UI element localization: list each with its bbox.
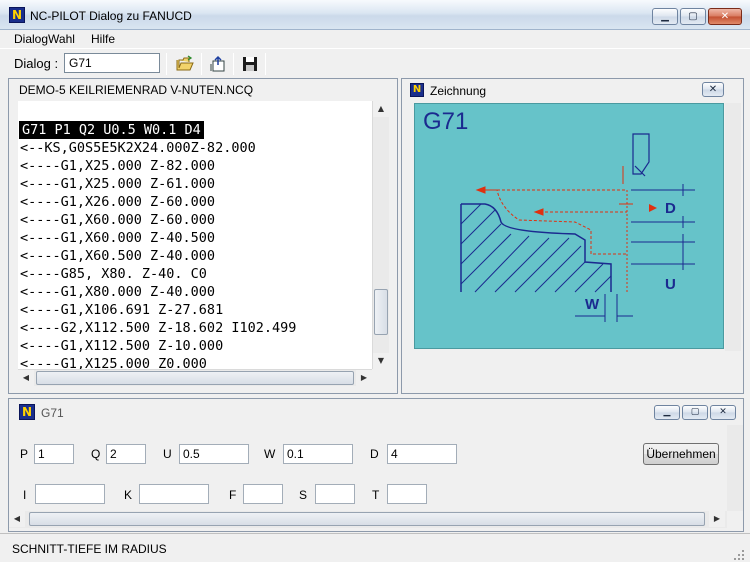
- scroll-down-arrow-icon[interactable]: ▼: [373, 353, 389, 369]
- g71-diagram: [460, 133, 695, 322]
- drawing-close-button[interactable]: ✕: [702, 82, 724, 97]
- code-line[interactable]: <----G1,X26.000 Z-60.000: [20, 193, 215, 211]
- export-icon[interactable]: [209, 55, 227, 73]
- app-logo-icon: N: [9, 7, 25, 23]
- code-horizontal-scrollbar[interactable]: ◀ ▶: [18, 369, 372, 386]
- scroll-right-arrow-icon[interactable]: ▶: [709, 511, 725, 527]
- code-line[interactable]: <----G1,X125.000 Z0.000: [20, 355, 207, 369]
- code-line[interactable]: <----G1,X25.000 Z-82.000: [20, 157, 215, 175]
- g71-dialog: N G71 ▁ ▢ ✕ P Q U W D Übernehmen I K F S…: [8, 398, 744, 532]
- drawing-canvas: G71 D U W: [414, 103, 724, 349]
- minimize-button[interactable]: ▁: [652, 8, 678, 25]
- scroll-thumb[interactable]: [374, 289, 388, 335]
- code-line[interactable]: <----G1,X112.500 Z-10.000: [20, 337, 223, 355]
- field-label-t: T: [372, 488, 380, 502]
- g71-dialog-logo-icon: N: [19, 404, 35, 420]
- field-d-input[interactable]: [387, 444, 457, 464]
- scroll-left-arrow-icon[interactable]: ◀: [9, 511, 25, 527]
- drawing-scrollbar[interactable]: [725, 103, 741, 351]
- field-p-input[interactable]: [34, 444, 74, 464]
- title-bar: N NC-PILOT Dialog zu FANUCD ▁ ▢ ✕: [0, 0, 750, 30]
- label-d: D: [665, 200, 676, 217]
- field-s-input[interactable]: [315, 484, 355, 504]
- code-line[interactable]: <--KS,G0S5E5K2X24.000Z-82.000: [20, 139, 256, 157]
- label-u: U: [665, 276, 676, 293]
- scroll-up-arrow-icon[interactable]: ▲: [373, 101, 389, 117]
- scroll-thumb[interactable]: [36, 371, 354, 385]
- menu-hilfe[interactable]: Hilfe: [91, 32, 115, 46]
- field-label-i: I: [23, 488, 27, 502]
- code-line-selected[interactable]: G71 P1 Q2 U0.5 W0.1 D4: [19, 121, 204, 139]
- status-text: SCHNITT-TIEFE IM RADIUS: [12, 542, 167, 556]
- menu-dialogwahl[interactable]: DialogWahl: [14, 32, 75, 46]
- field-q-input[interactable]: [106, 444, 146, 464]
- close-button[interactable]: ✕: [708, 8, 742, 25]
- code-panel-title: DEMO-5 KEILRIEMENRAD V-NUTEN.NCQ: [19, 83, 254, 97]
- g71-vertical-scrollbar[interactable]: [727, 425, 743, 511]
- code-editor[interactable]: G71 P1 Q2 U0.5 W0.1 D4 <--KS,G0S5E5K2X24…: [18, 101, 372, 369]
- field-label-w: W: [264, 447, 276, 461]
- code-line[interactable]: <----G1,X80.000 Z-40.000: [20, 283, 215, 301]
- open-folder-icon[interactable]: [176, 55, 194, 73]
- window-title: NC-PILOT Dialog zu FANUCD: [30, 9, 192, 23]
- field-label-p: P: [20, 447, 29, 461]
- code-line[interactable]: <----G85, X80. Z-40. C0: [20, 265, 207, 283]
- menu-bar: DialogWahl Hilfe: [0, 30, 750, 48]
- field-w-input[interactable]: [283, 444, 353, 464]
- field-i-input[interactable]: [35, 484, 105, 504]
- field-t-input[interactable]: [387, 484, 427, 504]
- code-line[interactable]: <----G1,X106.691 Z-27.681: [20, 301, 223, 319]
- scroll-right-arrow-icon[interactable]: ▶: [356, 370, 372, 386]
- field-u-input[interactable]: [179, 444, 249, 464]
- g71-minimize-button[interactable]: ▁: [654, 405, 680, 420]
- toolbar-separator: [166, 53, 167, 75]
- maximize-button[interactable]: ▢: [680, 8, 706, 25]
- g71-close-button[interactable]: ✕: [710, 405, 736, 420]
- field-label-u: U: [163, 447, 172, 461]
- field-label-k: K: [124, 488, 133, 502]
- code-line[interactable]: <----G1,X60.000 Z-40.500: [20, 229, 215, 247]
- g71-maximize-button[interactable]: ▢: [682, 405, 708, 420]
- field-k-input[interactable]: [139, 484, 209, 504]
- field-label-f: F: [229, 488, 237, 502]
- code-vertical-scrollbar[interactable]: ▲ ▼: [372, 101, 389, 369]
- code-line[interactable]: <----G1,X25.000 Z-61.000: [20, 175, 215, 193]
- toolbar-separator: [201, 53, 202, 75]
- toolbar: Dialog :: [0, 48, 750, 78]
- resize-grip-icon[interactable]: [732, 548, 746, 562]
- g71-dialog-title: G71: [41, 406, 64, 420]
- status-bar: SCHNITT-TIEFE IM RADIUS: [0, 533, 750, 562]
- scroll-thumb[interactable]: [29, 512, 705, 526]
- drawing-panel-title: Zeichnung: [430, 84, 487, 98]
- apply-button[interactable]: Übernehmen: [643, 443, 719, 465]
- dialog-label: Dialog :: [14, 56, 59, 71]
- code-line[interactable]: <----G2,X112.500 Z-18.602 I102.499: [20, 319, 296, 337]
- save-icon[interactable]: [241, 55, 259, 73]
- field-label-d: D: [370, 447, 379, 461]
- code-line[interactable]: <----G1,X60.500 Z-40.000: [20, 247, 215, 265]
- toolbar-separator: [233, 53, 234, 75]
- toolbar-separator: [265, 53, 266, 75]
- scroll-left-arrow-icon[interactable]: ◀: [18, 370, 34, 386]
- drawing-panel-logo-icon: N: [410, 83, 424, 97]
- g71-horizontal-scrollbar[interactable]: ◀ ▶: [9, 511, 727, 528]
- code-line[interactable]: <----G1,X60.000 Z-60.000: [20, 211, 215, 229]
- dialog-input[interactable]: [64, 53, 160, 73]
- field-label-q: Q: [91, 447, 101, 461]
- label-w: W: [585, 296, 600, 313]
- field-f-input[interactable]: [243, 484, 283, 504]
- field-label-s: S: [299, 488, 308, 502]
